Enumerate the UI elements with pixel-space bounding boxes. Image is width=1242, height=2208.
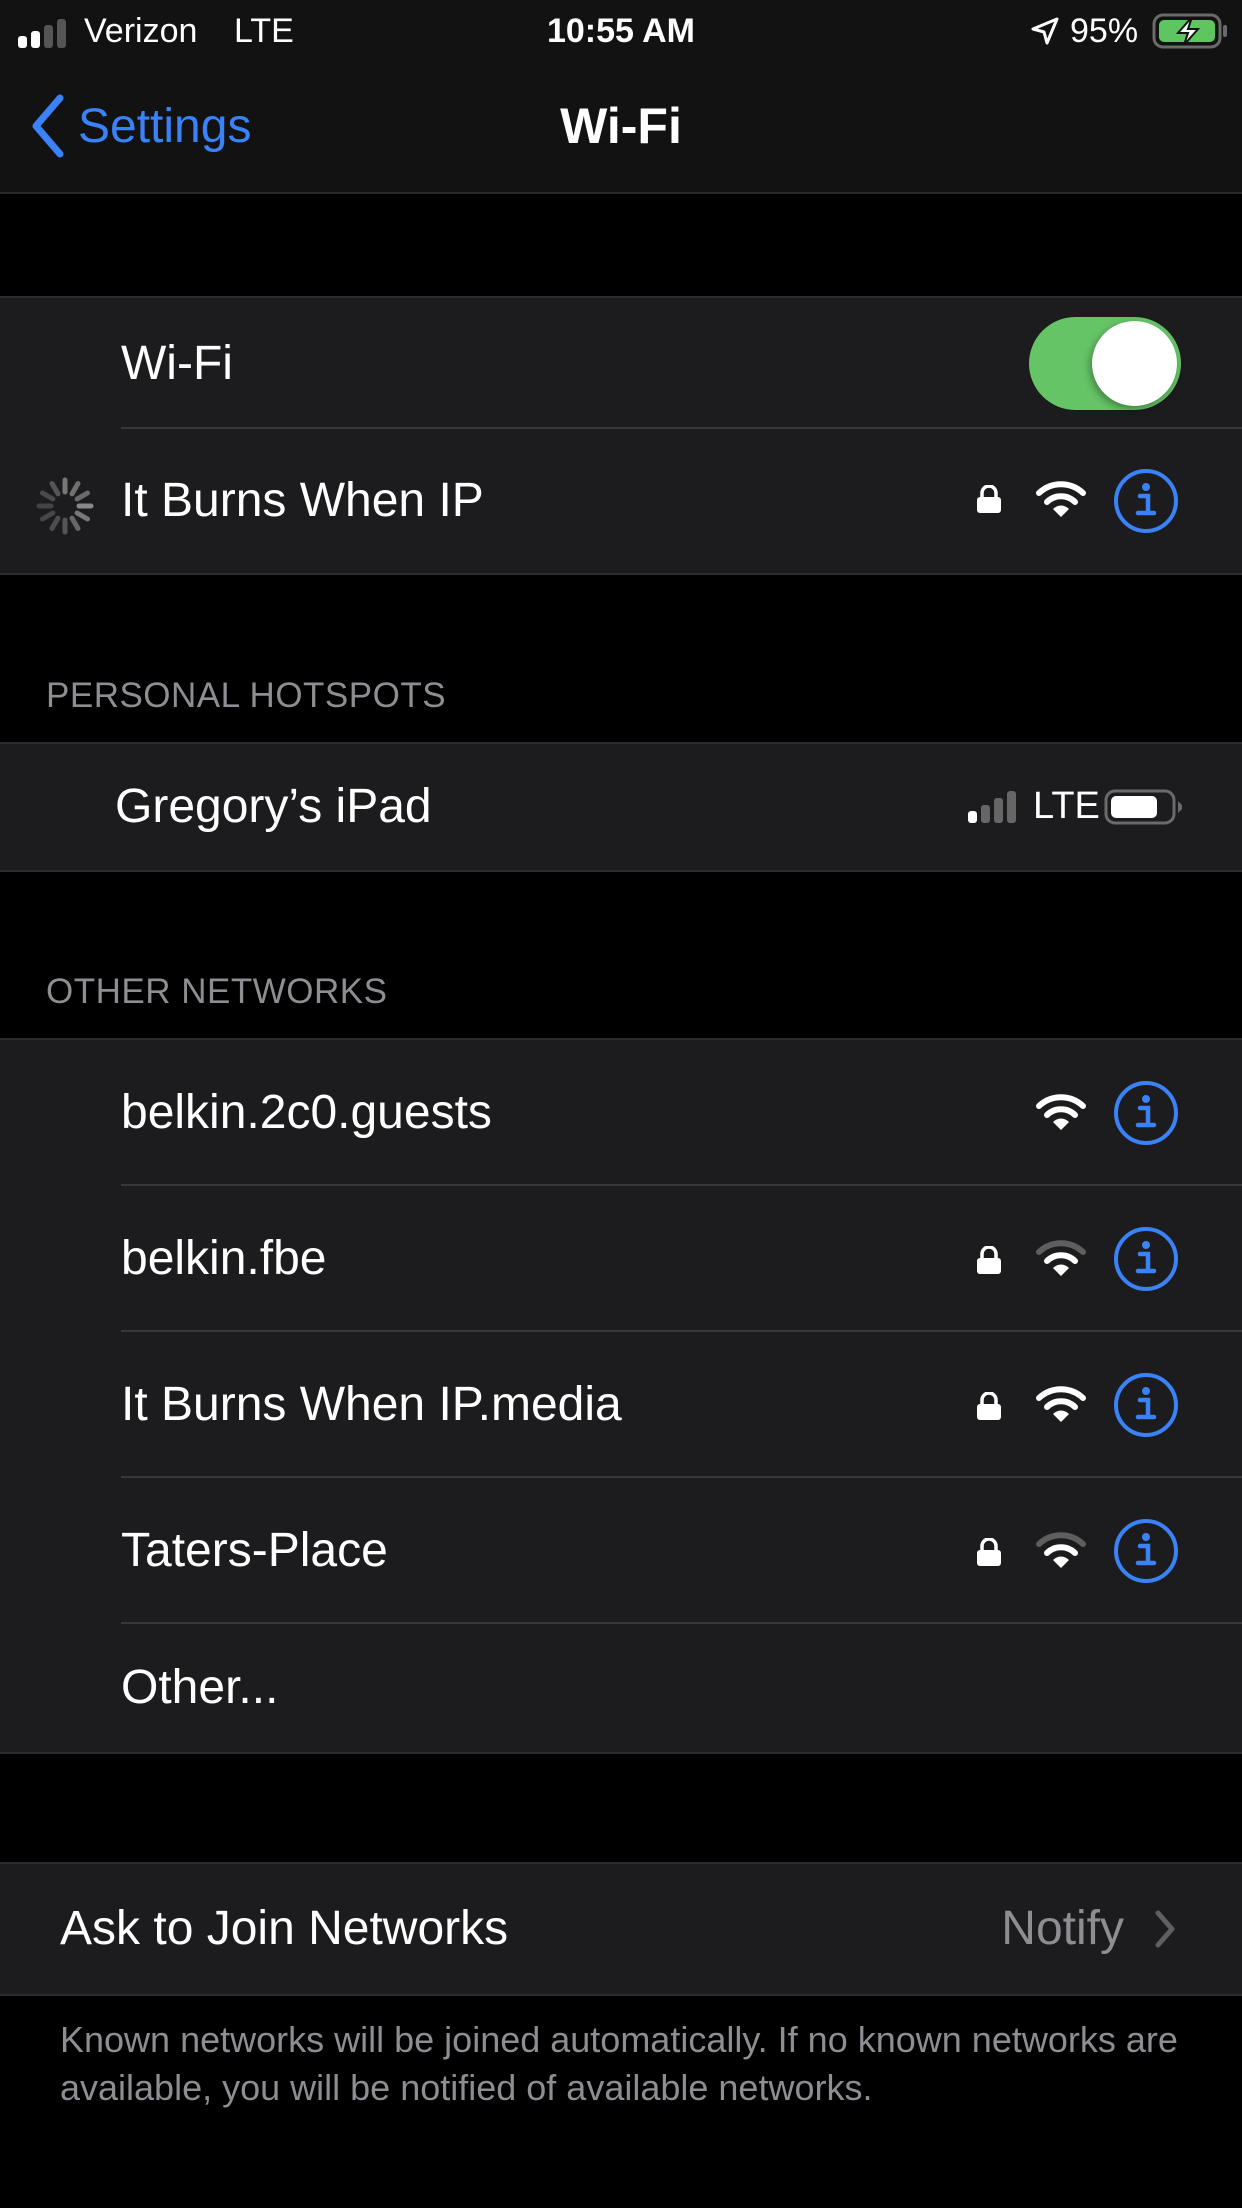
wifi-signal-icon <box>1036 1094 1086 1130</box>
chevron-right-icon <box>1155 1910 1175 1948</box>
lock-icon <box>977 485 1001 513</box>
info-button[interactable] <box>1113 1518 1179 1584</box>
current-network-name: It Burns When IP <box>121 474 484 527</box>
info-button[interactable] <box>1113 1226 1179 1292</box>
battery-charging-icon <box>1152 13 1227 49</box>
network-row[interactable]: belkin.2c0.guests <box>0 1040 1242 1186</box>
network-name: Taters-Place <box>121 1524 388 1577</box>
wifi-toggle-label: Wi-Fi <box>121 336 233 390</box>
ask-to-join-label: Ask to Join Networks <box>60 1902 509 1955</box>
loading-spinner-icon <box>36 477 94 535</box>
network-name: belkin.fbe <box>121 1232 327 1285</box>
current-network-row[interactable]: It Burns When IP <box>0 429 1242 573</box>
page-title: Wi-Fi <box>560 98 682 154</box>
wifi-group: Wi-Fi It Burns When IP <box>0 296 1242 575</box>
other-networks-group: belkin.2c0.guests belkin.fbe It Burns Wh… <box>0 1038 1242 1754</box>
network-row[interactable]: It Burns When IP.media <box>0 1332 1242 1478</box>
other-network-label: Other... <box>121 1661 279 1714</box>
network-row[interactable]: belkin.fbe <box>0 1186 1242 1332</box>
location-arrow-icon <box>1031 17 1059 45</box>
section-header-other-networks: OTHER NETWORKS <box>46 972 388 1011</box>
wifi-signal-icon <box>1036 1532 1086 1568</box>
wifi-toggle-switch[interactable] <box>1029 317 1181 410</box>
hotspot-row[interactable]: Gregory’s iPad LTE <box>0 744 1242 870</box>
ask-to-join-footer: Known networks will be joined automatica… <box>60 2019 1178 2108</box>
info-button[interactable] <box>1113 1080 1179 1146</box>
toggle-knob <box>1092 321 1177 406</box>
network-row[interactable]: Taters-Place <box>0 1478 1242 1624</box>
top-bar: Verizon LTE 10:55 AM 95% Settings Wi-Fi <box>0 0 1242 194</box>
network-name: belkin.2c0.guests <box>121 1086 492 1139</box>
info-button[interactable] <box>1113 468 1179 534</box>
hotspot-network-type: LTE <box>1033 785 1100 827</box>
lock-icon <box>977 1538 1001 1566</box>
personal-hotspots-group: Gregory’s iPad LTE <box>0 742 1242 872</box>
other-network-row[interactable]: Other... <box>0 1624 1242 1752</box>
ask-to-join-value: Notify <box>1001 1902 1124 1955</box>
section-header-personal-hotspots: PERSONAL HOTSPOTS <box>46 676 447 715</box>
info-button[interactable] <box>1113 1372 1179 1438</box>
wifi-signal-icon <box>1036 1386 1086 1422</box>
wifi-toggle-row: Wi-Fi <box>0 298 1242 429</box>
hotspot-battery-icon <box>1104 789 1182 825</box>
lock-icon <box>977 1246 1001 1274</box>
hotspot-signal-icon <box>968 791 1016 823</box>
ask-to-join-row[interactable]: Ask to Join Networks Notify <box>0 1864 1242 1994</box>
network-name: It Burns When IP.media <box>121 1378 622 1431</box>
lock-icon <box>977 1392 1001 1420</box>
wifi-signal-icon <box>1036 1240 1086 1276</box>
battery-percent: 95% <box>1070 12 1139 50</box>
ask-to-join-group: Ask to Join Networks Notify <box>0 1862 1242 1996</box>
hotspot-name: Gregory’s iPad <box>115 780 432 833</box>
wifi-signal-icon <box>1036 481 1086 517</box>
